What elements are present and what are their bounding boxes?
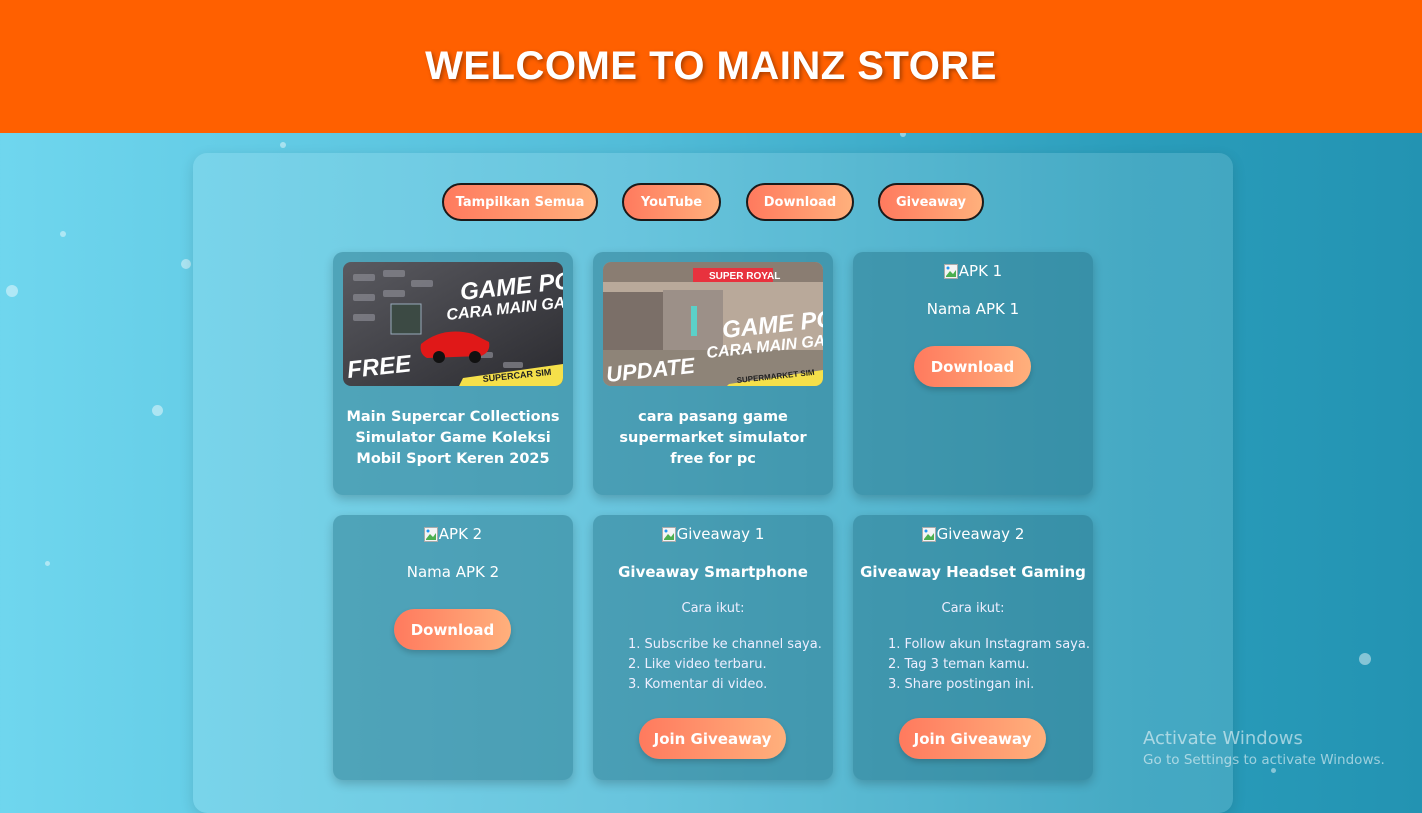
- giveaway-steps: 1. Follow akun Instagram saya. 2. Tag 3 …: [888, 635, 1090, 695]
- video-thumbnail[interactable]: GAME PC CARA MAIN GAME FREE SUPERCAR SIM: [343, 262, 563, 386]
- filter-all-button[interactable]: Tampilkan Semua: [442, 183, 598, 221]
- giveaway-step: 1. Follow akun Instagram saya.: [888, 637, 1090, 652]
- apk-image-alt: APK 2: [438, 525, 483, 543]
- giveaway-step: 3. Komentar di video.: [628, 677, 768, 692]
- giveaway-image-alt: Giveaway 1: [676, 525, 765, 543]
- bubble: [181, 259, 191, 269]
- giveaway-steps: 1. Subscribe ke channel saya. 2. Like vi…: [628, 635, 822, 695]
- filter-youtube-button[interactable]: YouTube: [622, 183, 721, 221]
- filter-download-button[interactable]: Download: [746, 183, 854, 221]
- bubble: [60, 231, 66, 237]
- giveaway-image: Giveaway 1: [593, 525, 833, 543]
- broken-image-icon: [943, 263, 958, 279]
- bubble: [6, 285, 18, 297]
- site-title: WELCOME TO MAINZ STORE: [425, 44, 997, 88]
- giveaway-card: Giveaway 1 Giveaway Smartphone Cara ikut…: [593, 515, 833, 780]
- bubble: [152, 405, 163, 416]
- bubble: [1271, 768, 1276, 773]
- giveaway-card: Giveaway 2 Giveaway Headset Gaming Cara …: [853, 515, 1093, 780]
- svg-text:SUPER ROYAL: SUPER ROYAL: [709, 271, 780, 282]
- giveaway-step: 2. Like video terbaru.: [628, 657, 767, 672]
- apk-name: Nama APK 2: [406, 563, 500, 581]
- activate-windows-watermark: Activate Windows Go to Settings to activ…: [1143, 728, 1385, 768]
- broken-image-icon: [661, 526, 676, 542]
- giveaway-step: 2. Tag 3 teman kamu.: [888, 657, 1030, 672]
- site-header: WELCOME TO MAINZ STORE: [0, 0, 1422, 133]
- apk-image: APK 1: [853, 262, 1093, 280]
- video-card[interactable]: GAME PC CARA MAIN GAME FREE SUPERCAR SIM…: [333, 252, 573, 495]
- apk-image: APK 2: [333, 525, 573, 543]
- giveaway-howto: Cara ikut:: [681, 601, 745, 616]
- giveaway-image-alt: Giveaway 2: [936, 525, 1025, 543]
- giveaway-step: 3. Share postingan ini.: [888, 677, 1035, 692]
- join-giveaway-button[interactable]: Join Giveaway: [899, 718, 1046, 759]
- giveaway-howto: Cara ikut:: [941, 601, 1005, 616]
- download-button[interactable]: Download: [914, 346, 1031, 387]
- bubble: [1359, 653, 1371, 665]
- supermarket-thumbnail-image: SUPER ROYAL GAME PC CARA MAIN GAME UPDAT…: [603, 262, 823, 386]
- filter-bar: Tampilkan Semua YouTube Download Giveawa…: [193, 183, 1233, 223]
- giveaway-title: Giveaway Headset Gaming: [860, 563, 1086, 581]
- bubble: [280, 142, 286, 148]
- bubble: [45, 561, 50, 566]
- video-title[interactable]: cara pasang game supermarket simulator f…: [603, 407, 823, 470]
- supercar-thumbnail-image: GAME PC CARA MAIN GAME FREE SUPERCAR SIM: [343, 262, 563, 386]
- apk-card: APK 1 Nama APK 1 Download: [853, 252, 1093, 495]
- apk-image-alt: APK 1: [958, 262, 1003, 280]
- giveaway-title: Giveaway Smartphone: [618, 563, 808, 581]
- giveaway-step: 1. Subscribe ke channel saya.: [628, 637, 822, 652]
- apk-name: Nama APK 1: [926, 300, 1020, 318]
- broken-image-icon: [423, 526, 438, 542]
- giveaway-image: Giveaway 2: [853, 525, 1093, 543]
- video-card[interactable]: SUPER ROYAL GAME PC CARA MAIN GAME UPDAT…: [593, 252, 833, 495]
- download-button[interactable]: Download: [394, 609, 511, 650]
- video-title[interactable]: Main Supercar Collections Simulator Game…: [343, 407, 563, 470]
- apk-card: APK 2 Nama APK 2 Download: [333, 515, 573, 780]
- join-giveaway-button[interactable]: Join Giveaway: [639, 718, 786, 759]
- content-panel: Tampilkan Semua YouTube Download Giveawa…: [193, 153, 1233, 813]
- watermark-title: Activate Windows: [1143, 728, 1303, 749]
- broken-image-icon: [921, 526, 936, 542]
- video-thumbnail[interactable]: SUPER ROYAL GAME PC CARA MAIN GAME UPDAT…: [603, 262, 823, 386]
- watermark-subtitle: Go to Settings to activate Windows.: [1143, 752, 1385, 768]
- filter-giveaway-button[interactable]: Giveaway: [878, 183, 984, 221]
